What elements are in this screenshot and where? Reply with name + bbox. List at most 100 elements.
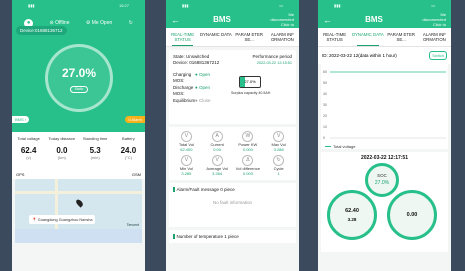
- tab-realtime-status[interactable]: REAL-TIME STATUS: [166, 28, 199, 46]
- tab-parameter-settings[interactable]: PARAM ETER SE...: [233, 28, 266, 46]
- soc-percent: 27.0%: [61, 66, 97, 80]
- battery-status-icon: ▭: [279, 3, 283, 8]
- state-badge: Static: [70, 86, 88, 93]
- data-range-label: ID: 2022-03-22 12(data within 1 hour): [322, 53, 397, 58]
- voltage-chart: 60 50 40 30 20 10 0: [321, 64, 448, 144]
- charging-mos-row: Charging MOS: ● Open: [173, 72, 292, 83]
- metric-vol-difference: Δ Vol difference 0.003: [233, 155, 264, 176]
- tab-parameter-settings[interactable]: PARAM ETER SE...: [385, 28, 418, 46]
- bms-badge[interactable]: BMS ›: [12, 116, 30, 123]
- device-id-pill[interactable]: Device:01688136712: [16, 26, 67, 35]
- stat-value: 5.3: [89, 146, 101, 155]
- stat-value: 62.4: [20, 146, 37, 155]
- battery-percent: 27.0%: [244, 79, 256, 84]
- page-title: BMS: [365, 15, 383, 24]
- gps-gsm-row: GPS GSM: [12, 170, 145, 179]
- tab-alarm-information[interactable]: ALARM INF ORMATION: [418, 28, 451, 46]
- equilibrium-status: ● Close: [195, 98, 211, 103]
- charging-mos-status: ● Open: [195, 72, 210, 77]
- page-title: BMS: [213, 15, 231, 24]
- datetime-label: 2022-03-22 12:17:51: [361, 155, 408, 161]
- screenshot-canvas: ▮▮▮ 15:27 ● ⊘ Offline ⚙ Me Open ↻ Device…: [0, 0, 465, 271]
- stat-battery-temp: Battery 24.0 (°C): [112, 136, 145, 170]
- me-open-label: Me Open: [91, 20, 113, 26]
- stat-standing-time: Standing time 5.3 (min): [79, 136, 112, 170]
- status-bar: ▮▮▮ ▭: [318, 0, 451, 11]
- soc-label: SOC: [377, 173, 387, 178]
- voltage-icon: V: [180, 131, 192, 142]
- current-icon: A: [211, 131, 223, 142]
- tab-dynamic-data[interactable]: DYNAMIC DATA: [351, 28, 384, 46]
- metric-max-vol: V Max Vol 3.288: [263, 131, 294, 152]
- switch-button[interactable]: Switch: [429, 51, 447, 60]
- home-header: ▮▮▮ 15:27 ● ⊘ Offline ⚙ Me Open ↻ Device…: [12, 0, 145, 132]
- signal-icon: ▮▮▮: [334, 3, 341, 8]
- alarm-title-text: Alarm/Fault message 0 piece: [176, 187, 235, 192]
- metric-current: A Current 0.00: [202, 131, 233, 152]
- metrics-grid: V Total Vol 62.400 A Current 0.00 W Power KW 0…: [169, 127, 296, 180]
- metric-value: 0.000: [242, 147, 253, 152]
- status-bar: ▮▮▮ 15:27: [12, 0, 145, 11]
- stats-row: Total voltage 62.4 (v) Today distance 0.…: [12, 132, 145, 170]
- tab-alarm-information[interactable]: ALARM INF ORMATION: [266, 28, 299, 46]
- cycle-icon: ↻: [273, 155, 285, 166]
- stat-unit: (°C): [124, 155, 132, 160]
- voltage-gauge-value: 62.40: [345, 208, 359, 214]
- voltage-gauge-sub: 3.28: [347, 217, 357, 222]
- tab-dynamic-data[interactable]: DYNAMIC DATA: [199, 28, 232, 46]
- status-bar: ▮▮▮ ▭: [166, 0, 299, 11]
- id-row: ID: 2022-03-22 12(data within 1 hour) Sw…: [318, 47, 451, 64]
- metric-value: 0.00: [213, 147, 222, 152]
- location-map[interactable]: 📍 Guangdong Guangzhou Nansha Tencent: [15, 179, 142, 243]
- connection-status[interactable]: Me disconnected Click to: [264, 12, 294, 27]
- metric-total-vol: V Total Vol 62.400: [171, 131, 202, 152]
- metric-min-vol: V Min Vol 3.285: [171, 155, 202, 176]
- battery-graphic: 27.0%: [239, 76, 261, 88]
- metric-value: 62.400: [180, 147, 193, 152]
- tab-bar: REAL-TIME STATUS DYNAMIC DATA PARAM ETER…: [166, 28, 299, 47]
- nav-row: ← BMS Me disconnected Click to: [318, 11, 451, 28]
- stat-unit: (min): [90, 155, 100, 160]
- y-tick: 60: [323, 70, 327, 74]
- back-icon[interactable]: ←: [171, 15, 180, 25]
- stat-unit: (v): [26, 155, 31, 160]
- chart-legend: Total voltage: [321, 144, 448, 149]
- gps-label: GPS: [16, 172, 25, 177]
- gsm-label: GSM: [131, 172, 141, 177]
- location-pin-icon: [74, 198, 85, 208]
- min-voltage-icon: V: [180, 155, 192, 166]
- map-road: [15, 191, 142, 194]
- stat-label: Total voltage: [17, 136, 40, 141]
- tab-bar: REAL-TIME STATUS DYNAMIC DATA PARAM ETER…: [318, 28, 451, 47]
- legend-label: Total voltage: [333, 144, 356, 149]
- y-tick: 50: [323, 81, 327, 85]
- device-id: Device: 016881367212: [173, 60, 220, 65]
- legend-line: [325, 146, 331, 148]
- max-voltage-icon: V: [273, 131, 285, 142]
- y-tick: 20: [323, 114, 327, 118]
- equilibrium-value: Close: [198, 98, 211, 103]
- gauge-card: 2022-03-22 12:17:51 SOC 27.0% 62.40 3.28…: [321, 152, 448, 252]
- current-gauge-value: 0.00: [406, 212, 418, 218]
- no-fault-text: No fault information: [212, 200, 253, 206]
- bms-badge-label: BMS: [15, 117, 24, 122]
- bms-header: ▮▮▮ ▭ ← BMS Me disconnected Click to: [318, 0, 451, 28]
- soc-gauge: SOC 27.0%: [365, 163, 399, 197]
- average-voltage-icon: V: [211, 155, 223, 166]
- me-open-toggle[interactable]: ⚙ Me Open: [86, 20, 112, 26]
- discharge-mos-label: Discharge MOS:: [173, 85, 194, 96]
- voltage-gauge: 62.40 3.28: [327, 190, 377, 240]
- connection-status[interactable]: Me disconnected Click to: [416, 12, 446, 27]
- back-icon[interactable]: ←: [323, 15, 332, 25]
- metric-value: 0.003: [242, 171, 253, 176]
- charging-mos-label: Charging MOS:: [173, 72, 192, 83]
- map-address: Guangdong Guangzhou Nansha: [37, 218, 93, 222]
- stat-today-distance: Today distance 0.0 (km): [45, 136, 78, 170]
- refresh-icon[interactable]: ↻: [129, 20, 133, 26]
- tab-realtime-status[interactable]: REAL-TIME STATUS: [318, 28, 351, 46]
- stat-label: Standing time: [82, 136, 108, 141]
- alarm-title: Alarm/Fault message 0 piece: [173, 187, 292, 193]
- metric-value: 3.285: [181, 171, 192, 176]
- status-time: 15:27: [118, 3, 129, 8]
- alarm-badge[interactable]: 0 Alarm: [125, 116, 145, 123]
